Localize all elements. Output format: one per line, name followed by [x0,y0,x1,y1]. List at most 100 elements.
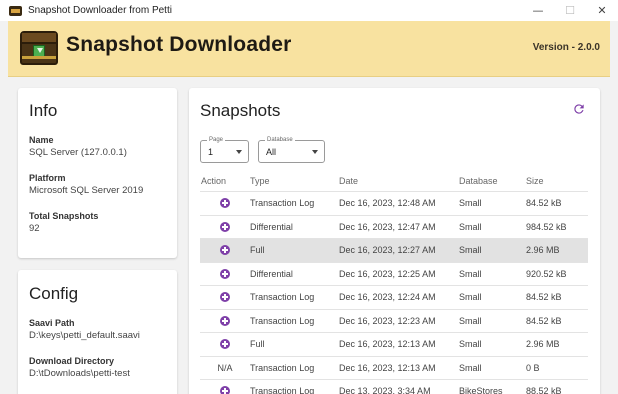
name-label: Name [29,135,54,145]
size-cell: 2.96 MB [526,245,560,256]
database-cell: Small [459,362,482,373]
database-select-label: Database [265,136,295,144]
snapshots-title: Snapshots [200,101,281,120]
window-titlebar: Snapshot Downloader from Petti — ☐ ✕ [0,0,618,21]
type-cell: Full [250,339,265,350]
type-cell: Transaction Log [250,386,315,394]
size-cell: 84.52 kB [526,315,562,326]
size-cell: 920.52 kB [526,268,567,279]
download-icon[interactable] [220,292,230,303]
size-cell: 88.52 kB [526,386,562,394]
size-cell: 2.96 MB [526,339,560,350]
date-cell: Dec 13, 2023, 3:34 AM [339,386,431,394]
platform-label: Platform [29,173,66,183]
database-select-value: All [266,147,277,157]
action-cell [200,221,250,232]
action-cell [200,292,250,303]
database-select[interactable]: Database All [258,136,325,163]
database-cell: Small [459,315,482,326]
snapshots-table: Action Type Date Database Size Transacti… [200,170,588,394]
column-header-action: Action [201,175,227,186]
page-select[interactable]: Page 1 [200,136,249,163]
minimize-button[interactable]: — [522,0,554,21]
config-card: Config Saavi Path D:\keys\petti_default.… [18,270,177,394]
app-name: Snapshot Downloader [66,33,292,56]
saavi-path-label: Saavi Path [29,318,75,328]
download-icon[interactable] [220,198,230,209]
page-select-value: 1 [208,147,214,157]
table-body: Transaction Log Dec 16, 2023, 12:48 AM Sma… [200,192,588,394]
database-cell: Small [459,221,482,232]
action-cell [200,386,250,394]
column-header-database: Database [459,175,498,186]
version-label: Version - 2.0.0 [532,42,600,53]
maximize-button[interactable]: ☐ [554,0,586,21]
date-cell: Dec 16, 2023, 12:23 AM [339,315,436,326]
info-card: Info Name SQL Server (127.0.0.1) Platfor… [18,88,177,258]
table-header: Action Type Date Database Size [200,170,588,192]
window-title: Snapshot Downloader from Petti [28,5,172,16]
download-directory-label: Download Directory [29,356,115,366]
database-cell: Small [459,245,482,256]
action-cell [200,245,250,256]
date-cell: Dec 16, 2023, 12:47 AM [339,221,436,232]
type-cell: Transaction Log [250,315,315,326]
table-row[interactable]: Differential Dec 16, 2023, 12:25 AM Small 9… [200,263,588,286]
type-cell: Transaction Log [250,292,315,303]
table-row[interactable]: Transaction Log Dec 13, 2023, 3:34 AM Bike… [200,380,588,394]
refresh-icon[interactable] [572,102,586,116]
info-title: Info [29,101,58,120]
window-controls: — ☐ ✕ [522,0,618,21]
download-icon[interactable] [220,339,230,350]
name-value: SQL Server (127.0.0.1) [29,147,127,158]
chevron-down-icon [312,150,318,154]
type-cell: Differential [250,268,293,279]
app-chest-icon [9,5,22,16]
type-cell: Transaction Log [250,362,315,373]
page-select-label: Page [207,136,226,144]
action-cell: N/A [200,363,250,373]
type-cell: Full [250,245,265,256]
download-icon[interactable] [220,245,230,256]
download-icon[interactable] [220,268,230,279]
action-unavailable-text: N/A [217,362,233,373]
table-row[interactable]: N/A Transaction Log Dec 16, 2023, 12:13 AM… [200,357,588,380]
database-cell: Small [459,292,482,303]
column-header-size: Size [526,175,544,186]
table-row[interactable]: Full Dec 16, 2023, 12:13 AM Small 2.96 MB [200,333,588,357]
date-cell: Dec 16, 2023, 12:48 AM [339,198,436,209]
action-cell [200,315,250,326]
table-row[interactable]: Transaction Log Dec 16, 2023, 12:24 AM Sma… [200,286,588,310]
column-header-type: Type [250,175,270,186]
size-cell: 0 B [526,362,540,373]
download-directory-value: D:\tDownloads\petti-test [29,368,130,379]
table-row[interactable]: Full Dec 16, 2023, 12:27 AM Small 2.96 MB [200,239,588,263]
download-icon[interactable] [220,315,230,326]
saavi-path-value: D:\keys\petti_default.saavi [29,330,140,341]
config-title: Config [29,284,79,303]
action-cell [200,268,250,279]
date-cell: Dec 16, 2023, 12:13 AM [339,362,436,373]
download-icon[interactable] [220,221,230,232]
type-cell: Transaction Log [250,198,315,209]
snapshots-card: Snapshots Page 1 Database All Action Typ… [189,88,600,394]
date-cell: Dec 16, 2023, 12:24 AM [339,292,436,303]
table-row[interactable]: Transaction Log Dec 16, 2023, 12:23 AM Sma… [200,310,588,333]
table-row[interactable]: Differential Dec 16, 2023, 12:47 AM Small 9… [200,216,588,239]
chevron-down-icon [236,150,242,154]
database-cell: Small [459,339,482,350]
column-header-date: Date [339,175,359,186]
close-button[interactable]: ✕ [586,0,618,21]
action-cell [200,198,250,209]
date-cell: Dec 16, 2023, 12:13 AM [339,339,436,350]
database-cell: Small [459,198,482,209]
database-cell: BikeStores [459,386,503,394]
table-row[interactable]: Transaction Log Dec 16, 2023, 12:48 AM Sma… [200,192,588,216]
treasure-chest-download-icon [20,31,58,65]
download-icon[interactable] [220,386,230,394]
date-cell: Dec 16, 2023, 12:25 AM [339,268,436,279]
total-snapshots-value: 92 [29,223,40,234]
platform-value: Microsoft SQL Server 2019 [29,185,144,196]
size-cell: 84.52 kB [526,292,562,303]
action-cell [200,339,250,350]
